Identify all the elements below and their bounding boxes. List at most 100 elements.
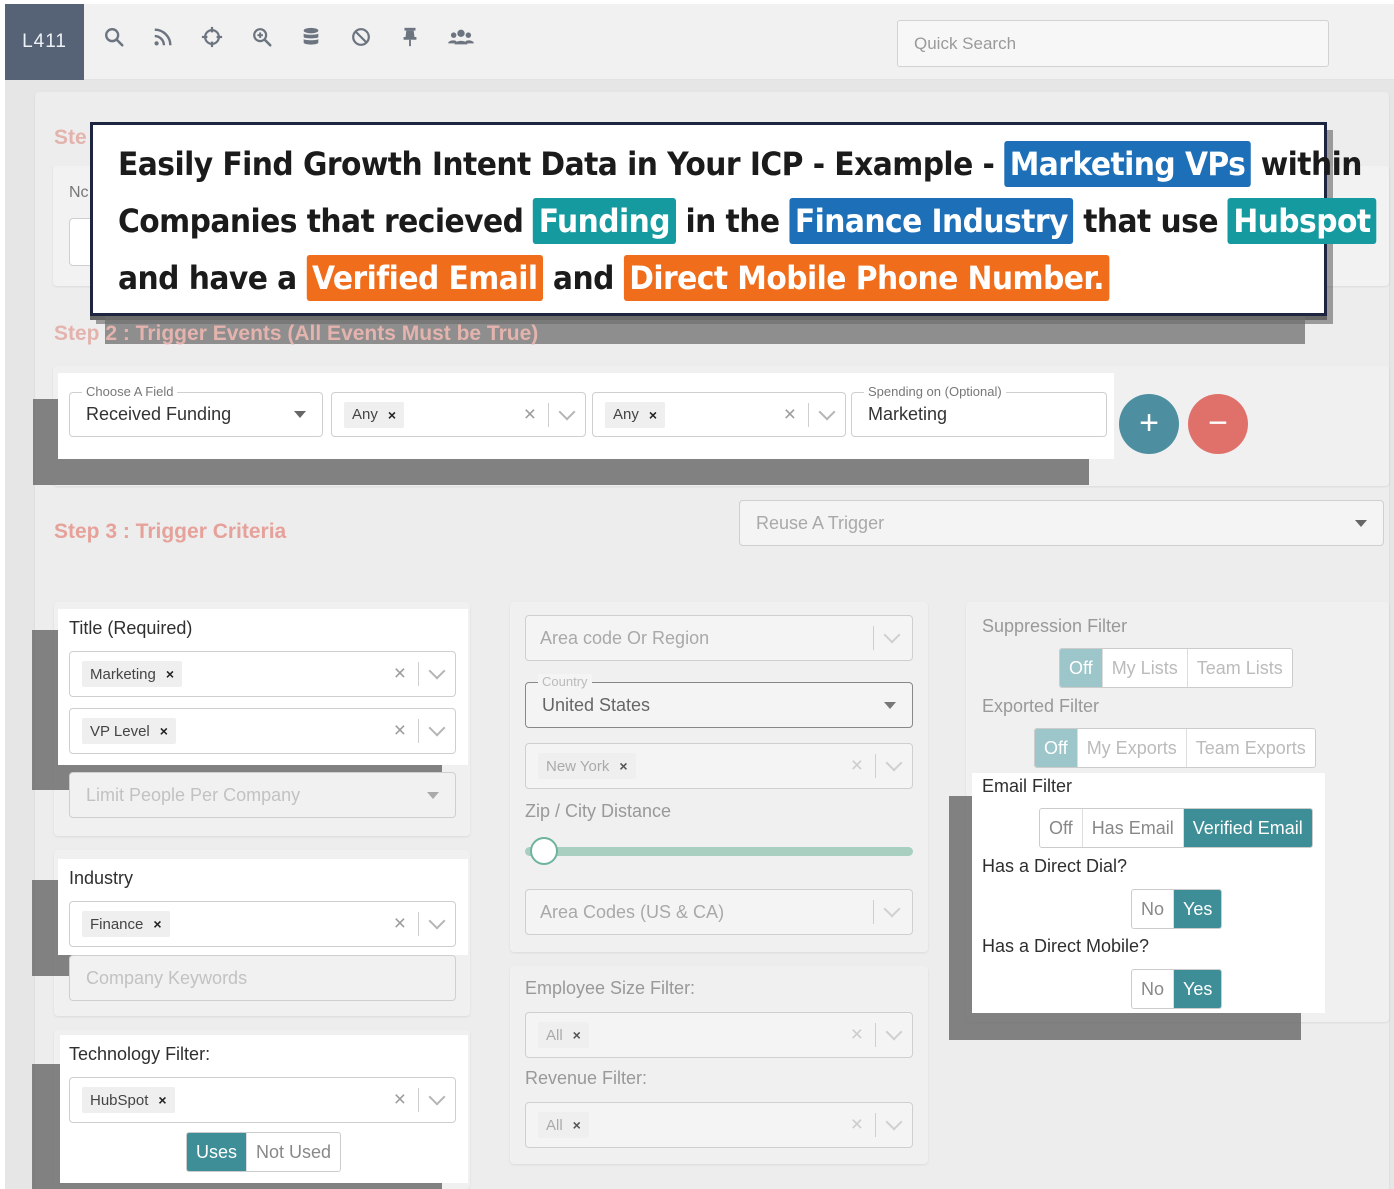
- title-select-1[interactable]: Marketing × ×: [69, 651, 456, 697]
- chip-remove-icon[interactable]: ×: [166, 666, 174, 682]
- chevron-down-icon[interactable]: [558, 403, 576, 420]
- technology-select[interactable]: HubSpot × ×: [69, 1077, 456, 1123]
- divider: [418, 1088, 419, 1112]
- direct-dial-toggle: No Yes: [1131, 889, 1223, 929]
- suppression-toggle: Off My Lists Team Lists: [1059, 648, 1293, 688]
- clear-icon[interactable]: ×: [394, 1088, 406, 1112]
- highlight-finance-industry: Finance Industry: [789, 198, 1074, 244]
- chevron-down-icon[interactable]: [818, 403, 836, 420]
- country-select[interactable]: Country United States: [525, 674, 913, 728]
- chip-remove-icon[interactable]: ×: [158, 1092, 166, 1108]
- suppression-my-lists[interactable]: My Lists: [1101, 649, 1187, 687]
- clear-icon[interactable]: ×: [851, 1023, 863, 1047]
- suppression-team-lists[interactable]: Team Lists: [1186, 649, 1292, 687]
- chevron-down-icon[interactable]: [885, 1113, 903, 1131]
- step2-title: Step 2 : Trigger Events (All Events Must…: [54, 322, 539, 345]
- app-logo[interactable]: L411: [5, 4, 84, 80]
- search-icon[interactable]: [101, 24, 127, 50]
- database-icon[interactable]: [298, 24, 324, 50]
- event-select-2[interactable]: Any × ×: [592, 392, 846, 437]
- chip-remove-icon[interactable]: ×: [153, 916, 161, 932]
- direct-mobile-no[interactable]: No: [1132, 970, 1173, 1008]
- direct-dial-no[interactable]: No: [1132, 890, 1173, 928]
- chip-label: HubSpot: [90, 1091, 149, 1109]
- chip-remove-icon[interactable]: ×: [573, 1117, 581, 1133]
- revenue-select[interactable]: All × ×: [525, 1102, 913, 1148]
- suppression-off[interactable]: Off: [1060, 649, 1102, 687]
- zip-distance-slider[interactable]: [525, 837, 913, 865]
- clear-icon[interactable]: ×: [524, 403, 536, 427]
- limit-people-select[interactable]: Limit People Per Company: [69, 772, 456, 818]
- area-codes-select[interactable]: Area Codes (US & CA): [525, 889, 913, 935]
- divider: [418, 662, 419, 686]
- industry-label: Industry: [69, 868, 134, 888]
- caret-down-icon[interactable]: [294, 411, 306, 418]
- pin-icon[interactable]: [397, 24, 423, 50]
- chevron-down-icon[interactable]: [885, 754, 903, 772]
- chevron-down-icon[interactable]: [428, 719, 446, 737]
- chip-label: All: [546, 1026, 563, 1044]
- direct-mobile-yes[interactable]: Yes: [1173, 970, 1222, 1008]
- area-region-select[interactable]: Area code Or Region: [525, 615, 913, 661]
- chip-remove-icon[interactable]: ×: [649, 407, 657, 423]
- clear-icon[interactable]: ×: [851, 1113, 863, 1137]
- spending-field[interactable]: Spending on (Optional) Marketing: [851, 384, 1107, 437]
- clear-icon[interactable]: ×: [784, 403, 796, 427]
- quick-search-input[interactable]: [897, 20, 1329, 67]
- callout-text: Easily Find Growth Intent Data in Your I…: [118, 145, 995, 183]
- exported-team-exports[interactable]: Team Exports: [1185, 729, 1315, 767]
- choose-field-select[interactable]: Choose A Field Received Funding: [69, 384, 323, 437]
- chip-label: Finance: [90, 915, 144, 933]
- rss-icon[interactable]: [150, 24, 176, 50]
- company-keywords-input[interactable]: Company Keywords: [69, 955, 456, 1001]
- crosshair-icon[interactable]: [199, 24, 225, 50]
- chevron-down-icon[interactable]: [883, 900, 901, 918]
- caret-down-icon[interactable]: [884, 701, 896, 709]
- uses-option[interactable]: Uses: [187, 1133, 247, 1171]
- clear-icon[interactable]: ×: [394, 719, 406, 743]
- direct-dial-yes[interactable]: Yes: [1173, 890, 1222, 928]
- exported-label: Exported Filter: [982, 696, 1100, 716]
- ban-icon[interactable]: [348, 24, 374, 50]
- chevron-down-icon[interactable]: [885, 1023, 903, 1041]
- event-select-1[interactable]: Any × ×: [331, 392, 586, 437]
- chip-remove-icon[interactable]: ×: [388, 407, 396, 423]
- limit-people-placeholder: Limit People Per Company: [86, 784, 301, 805]
- employee-size-select[interactable]: All × ×: [525, 1012, 913, 1058]
- email-filter-label: Email Filter: [982, 776, 1073, 796]
- add-event-button[interactable]: +: [1119, 394, 1179, 454]
- technology-label: Technology Filter:: [69, 1044, 211, 1064]
- callout-line-2: Companies that recieved Funding in the F…: [118, 198, 1377, 244]
- caret-down-icon[interactable]: [427, 791, 439, 799]
- technology-usage-toggle: Uses Not Used: [186, 1132, 342, 1172]
- chevron-down-icon[interactable]: [883, 626, 901, 644]
- chip-remove-icon[interactable]: ×: [573, 1027, 581, 1043]
- reuse-trigger-select[interactable]: Reuse A Trigger: [739, 500, 1384, 546]
- industry-select[interactable]: Finance × ×: [69, 901, 456, 947]
- email-off[interactable]: Off: [1040, 809, 1082, 847]
- chip-remove-icon[interactable]: ×: [619, 758, 627, 774]
- exported-off[interactable]: Off: [1035, 729, 1077, 767]
- chevron-down-icon[interactable]: [428, 1088, 446, 1106]
- chevron-down-icon[interactable]: [428, 662, 446, 680]
- select-chip: Any ×: [344, 401, 405, 428]
- chevron-down-icon[interactable]: [428, 912, 446, 930]
- clear-icon[interactable]: ×: [851, 754, 863, 778]
- area-region-placeholder: Area code Or Region: [540, 627, 710, 648]
- exported-my-exports[interactable]: My Exports: [1076, 729, 1186, 767]
- users-icon[interactable]: [446, 24, 476, 50]
- title-select-2[interactable]: VP Level × ×: [69, 708, 456, 754]
- chip-remove-icon[interactable]: ×: [160, 723, 168, 739]
- clear-icon[interactable]: ×: [394, 662, 406, 686]
- remove-event-button[interactable]: −: [1188, 394, 1248, 454]
- clear-icon[interactable]: ×: [394, 912, 406, 936]
- email-verified[interactable]: Verified Email: [1182, 809, 1312, 847]
- revenue-label: Revenue Filter:: [525, 1068, 648, 1088]
- zoom-in-icon[interactable]: [249, 24, 275, 50]
- chip-label: Any: [613, 406, 639, 423]
- email-has-email[interactable]: Has Email: [1081, 809, 1183, 847]
- caret-down-icon[interactable]: [1355, 519, 1367, 527]
- state-select[interactable]: New York × ×: [525, 743, 913, 789]
- not-used-option[interactable]: Not Used: [246, 1133, 340, 1171]
- chip-label: All: [546, 1116, 563, 1134]
